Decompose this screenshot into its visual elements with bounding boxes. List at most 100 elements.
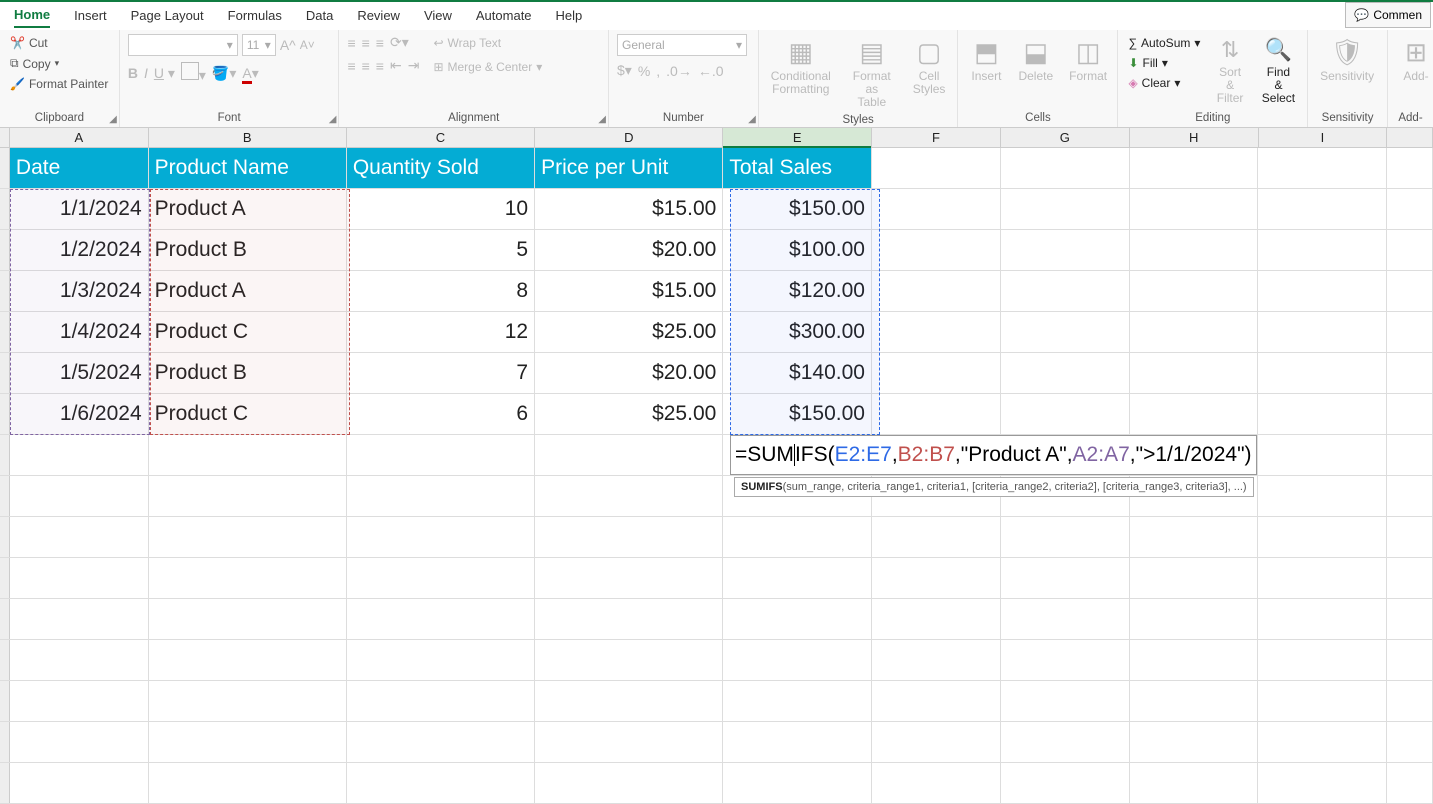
cell[interactable] (347, 722, 535, 762)
cell[interactable] (1130, 558, 1259, 598)
cell-total[interactable]: $120.00 (723, 271, 872, 311)
cell[interactable] (1258, 230, 1387, 270)
merge-center-button[interactable]: ⊞Merge & Center▾ (431, 58, 544, 76)
tab-home[interactable]: Home (14, 3, 50, 28)
header-date[interactable]: Date (10, 148, 149, 188)
cell[interactable] (1130, 763, 1259, 803)
border-icon[interactable]: ▾ (181, 62, 206, 84)
cell-qty[interactable]: 10 (347, 189, 535, 229)
cell[interactable] (1258, 189, 1387, 229)
cell-date[interactable]: 1/1/2024 (10, 189, 149, 229)
cell-qty[interactable]: 5 (347, 230, 535, 270)
addins-button[interactable]: ⊞Add- (1396, 34, 1433, 85)
cell[interactable] (535, 558, 723, 598)
cell[interactable] (872, 148, 1001, 188)
cell[interactable] (535, 435, 723, 475)
cell[interactable] (1001, 599, 1130, 639)
cell-price[interactable]: $20.00 (535, 230, 723, 270)
cell[interactable] (347, 435, 535, 475)
header-total[interactable]: Total Sales (723, 148, 872, 188)
cell[interactable] (10, 599, 149, 639)
align-center-icon[interactable]: ≡ (362, 58, 370, 74)
number-launcher-icon[interactable]: ◢ (748, 114, 756, 125)
percent-icon[interactable]: % (638, 63, 650, 79)
row-header[interactable] (0, 312, 10, 352)
cell-price[interactable]: $15.00 (535, 271, 723, 311)
cell[interactable] (10, 517, 149, 557)
cell[interactable] (347, 599, 535, 639)
cell[interactable] (1001, 148, 1130, 188)
cell[interactable] (347, 763, 535, 803)
cell[interactable] (1130, 599, 1259, 639)
col-header-E[interactable]: E (723, 128, 872, 147)
tab-insert[interactable]: Insert (74, 4, 107, 27)
cell[interactable] (1258, 722, 1387, 762)
col-header-J[interactable] (1387, 128, 1433, 147)
decrease-indent-icon[interactable]: ⇤ (390, 57, 402, 74)
cell-product[interactable]: Product B (149, 353, 347, 393)
cell[interactable] (872, 722, 1001, 762)
sort-filter-button[interactable]: ⇅Sort & Filter (1210, 34, 1249, 108)
wrap-text-button[interactable]: ↩Wrap Text (431, 34, 544, 52)
cell[interactable] (872, 189, 1001, 229)
cell-styles-button[interactable]: ▢Cell Styles (909, 34, 950, 98)
cell[interactable] (1258, 435, 1387, 475)
cell[interactable] (1387, 681, 1433, 721)
copy-button[interactable]: ⧉Copy▾ (8, 54, 111, 73)
cell[interactable] (1130, 312, 1259, 352)
cell[interactable] (872, 763, 1001, 803)
fill-color-icon[interactable]: 🪣▾ (212, 65, 236, 82)
cell-date[interactable]: 1/4/2024 (10, 312, 149, 352)
font-color-icon[interactable]: A▾ (242, 65, 258, 82)
cell[interactable] (1258, 517, 1387, 557)
cell[interactable] (872, 394, 1001, 434)
row-header[interactable] (0, 189, 10, 229)
row-header[interactable] (0, 722, 10, 762)
align-right-icon[interactable]: ≡ (376, 58, 384, 74)
fill-button[interactable]: ⬇Fill▾ (1126, 54, 1202, 72)
cell[interactable] (10, 558, 149, 598)
row-header[interactable] (0, 476, 10, 516)
col-header-D[interactable]: D (535, 128, 723, 147)
cut-button[interactable]: ✂️Cut (8, 34, 111, 52)
cell-product[interactable]: Product A (149, 189, 347, 229)
row-header[interactable] (0, 353, 10, 393)
cell[interactable] (1258, 394, 1387, 434)
tab-view[interactable]: View (424, 4, 452, 27)
cell[interactable] (149, 517, 347, 557)
cell-qty[interactable]: 6 (347, 394, 535, 434)
cell[interactable] (1387, 312, 1433, 352)
formula-edit-overlay[interactable]: =SUMIFS(E2:E7, B2:B7, "Product A", A2:A7… (730, 435, 1257, 475)
cell[interactable] (535, 640, 723, 680)
cell[interactable] (347, 476, 535, 516)
cell-product[interactable]: Product B (149, 230, 347, 270)
cell[interactable] (1001, 517, 1130, 557)
cell[interactable] (1387, 722, 1433, 762)
cell[interactable] (1258, 599, 1387, 639)
find-select-button[interactable]: 🔍Find & Select (1258, 34, 1299, 108)
format-as-table-button[interactable]: ▤Format as Table (843, 34, 901, 112)
cell[interactable] (1001, 558, 1130, 598)
cell[interactable] (10, 476, 149, 516)
cell[interactable] (723, 722, 872, 762)
col-header-F[interactable]: F (872, 128, 1001, 147)
cell[interactable] (1130, 517, 1259, 557)
cell[interactable] (1387, 189, 1433, 229)
bold-icon[interactable]: B (128, 65, 138, 81)
align-left-icon[interactable]: ≡ (347, 58, 355, 74)
sensitivity-button[interactable]: 🛡Sensitivity (1316, 34, 1378, 85)
cell-total[interactable]: $100.00 (723, 230, 872, 270)
cell[interactable] (149, 681, 347, 721)
cell[interactable] (1130, 722, 1259, 762)
cell[interactable] (723, 640, 872, 680)
cell[interactable] (149, 476, 347, 516)
align-top-icon[interactable]: ≡ (347, 35, 355, 51)
cell[interactable] (1387, 148, 1433, 188)
cell[interactable] (347, 681, 535, 721)
cell[interactable] (1258, 312, 1387, 352)
row-header[interactable] (0, 763, 10, 803)
cell[interactable] (1387, 517, 1433, 557)
cell-qty[interactable]: 7 (347, 353, 535, 393)
align-middle-icon[interactable]: ≡ (362, 35, 370, 51)
cell[interactable] (10, 722, 149, 762)
